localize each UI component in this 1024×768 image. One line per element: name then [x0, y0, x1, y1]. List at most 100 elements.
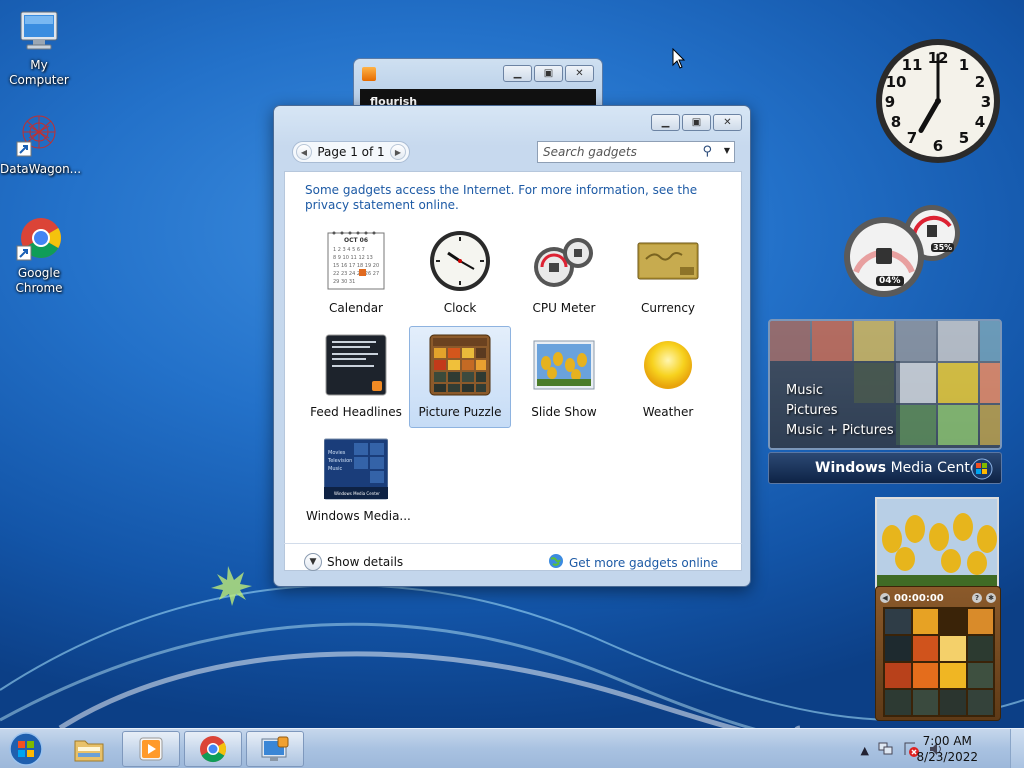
puzzle-tile[interactable]: [912, 609, 938, 634]
calendar-month-label: OCT 06: [343, 237, 369, 244]
puzzle-tile[interactable]: [912, 690, 938, 715]
weather-icon: [636, 333, 700, 397]
caption-buttons: ▁ ▣ ✕: [651, 114, 742, 131]
chevron-down-icon: ▼: [304, 553, 322, 571]
puzzle-empty-slot: [940, 609, 966, 634]
get-more-label: Get more gadgets online: [568, 555, 718, 570]
desktop: My Computer DataWagon... Google Chrome ▁…: [0, 0, 1024, 728]
rewind-icon[interactable]: ◀: [880, 593, 890, 603]
desktop-gadgets-icon: [261, 736, 289, 761]
desktop-media-center-gadget[interactable]: Music Pictures Music + Pictures Windows …: [768, 319, 1002, 485]
puzzle-tile[interactable]: [967, 636, 993, 661]
chevron-down-icon[interactable]: ▼: [724, 146, 730, 155]
show-desktop-button[interactable]: [1010, 729, 1024, 768]
network-icon[interactable]: [878, 741, 894, 760]
taskbar-clock[interactable]: 7:00 AM 8/23/2022: [916, 733, 978, 765]
gadget-label: Currency: [640, 301, 696, 315]
show-details-label: Show details: [327, 555, 404, 569]
calendar-icon: 1 2 3 4 5 6 7 8 9 10 11 12 13 15 16 17 18…: [324, 229, 388, 293]
close-button[interactable]: ✕: [713, 114, 742, 131]
privacy-notice-link[interactable]: Some gadgets access the Internet. For mo…: [305, 183, 715, 213]
puzzle-tile[interactable]: [885, 690, 911, 715]
desktop-icon-label: DataWagon...: [0, 162, 82, 176]
puzzle-tile[interactable]: [912, 636, 938, 661]
svg-text:29 30 31: 29 30 31: [333, 279, 355, 285]
gadget-slide-show[interactable]: Slide Show: [513, 326, 615, 428]
start-button[interactable]: [6, 730, 46, 768]
svg-text:3: 3: [981, 93, 991, 111]
minimize-button[interactable]: ▁: [503, 65, 532, 82]
desktop-icon-label: My Computer: [9, 58, 69, 87]
taskbar-media-player-button[interactable]: [122, 731, 180, 767]
wmc-thumb-line: Movies: [328, 450, 346, 456]
close-button[interactable]: ✕: [565, 65, 594, 82]
menu-item-pictures[interactable]: Pictures: [786, 401, 894, 421]
gadget-label: Picture Puzzle: [418, 405, 502, 419]
puzzle-tile[interactable]: [885, 663, 911, 688]
gadget-clock[interactable]: Clock: [409, 222, 511, 324]
media-player-icon: [362, 67, 376, 81]
menu-item-music[interactable]: Music: [786, 381, 894, 401]
desktop-icon-datawagon[interactable]: DataWagon...: [0, 112, 82, 177]
search-icon[interactable]: ⚲: [702, 144, 712, 159]
taskbar-chrome-button[interactable]: [184, 731, 242, 767]
next-page-button[interactable]: ▶: [390, 144, 406, 160]
gadget-currency[interactable]: Currency: [617, 222, 719, 324]
puzzle-tile[interactable]: [940, 663, 966, 688]
chrome-icon: [15, 216, 63, 264]
desktop-clock-gadget[interactable]: 12123 4567 891011: [874, 37, 1002, 165]
clock-icon: [428, 229, 492, 293]
shuffle-icon[interactable]: ✱: [986, 593, 996, 603]
svg-text:1 2 3 4 5 6 7: 1 2 3 4 5 6 7: [333, 247, 365, 253]
svg-text:11: 11: [902, 56, 923, 74]
desktop-picture-puzzle-gadget[interactable]: ◀ 00:00:00 ? ✱: [875, 586, 1001, 721]
media-center-title-bar[interactable]: Windows Media Center: [768, 452, 1002, 484]
menu-item-music-pictures[interactable]: Music + Pictures: [786, 421, 894, 441]
computer-icon: [15, 8, 63, 56]
puzzle-tile[interactable]: [967, 663, 993, 688]
gadget-windows-media-center[interactable]: Movies Television Music Windows Media Ce…: [305, 430, 411, 532]
restore-button[interactable]: ▣: [682, 114, 711, 131]
help-icon[interactable]: ?: [972, 593, 982, 603]
gadget-calendar[interactable]: 1 2 3 4 5 6 7 8 9 10 11 12 13 15 16 17 18…: [305, 222, 407, 324]
media-player-mini-window[interactable]: ▁ ▣ ✕ flourish: [353, 58, 603, 111]
restore-button[interactable]: ▣: [534, 65, 563, 82]
slide-show-photo: [877, 499, 997, 588]
media-center-menu: Music Pictures Music + Pictures: [786, 381, 894, 441]
taskbar-explorer-button[interactable]: [60, 731, 118, 767]
gadget-list-pane: Some gadgets access the Internet. For mo…: [284, 171, 742, 571]
desktop-icon-label: Google Chrome: [15, 266, 63, 295]
puzzle-tile[interactable]: [967, 609, 993, 634]
gadget-cpu-meter[interactable]: CPU Meter: [513, 222, 615, 324]
desktop-slide-show-gadget[interactable]: [875, 497, 999, 590]
puzzle-tile[interactable]: [912, 663, 938, 688]
gadget-label: Clock: [443, 301, 477, 315]
minimize-button[interactable]: ▁: [651, 114, 680, 131]
gadget-label: Slide Show: [531, 405, 597, 419]
get-more-gadgets-link[interactable]: Get more gadgets online: [548, 553, 718, 572]
puzzle-tile[interactable]: [967, 690, 993, 715]
currency-icon: [636, 229, 700, 293]
puzzle-tile[interactable]: [940, 636, 966, 661]
show-details-button[interactable]: ▼ Show details: [304, 553, 403, 571]
svg-text:9: 9: [885, 93, 895, 111]
globe-icon: [548, 553, 564, 572]
desktop-cpu-meter-gadget[interactable]: 04% 35%: [844, 200, 974, 300]
puzzle-tile[interactable]: [885, 636, 911, 661]
gadget-label: Windows Media...: [306, 509, 411, 523]
media-center-title-rest: Media Center: [886, 460, 985, 476]
gadget-weather[interactable]: Weather: [617, 326, 719, 428]
wmc-thumb-menu: Movies Television Music: [328, 449, 352, 473]
taskbar-gadgets-button[interactable]: [246, 731, 304, 767]
search-gadgets-input[interactable]: Search gadgets ⚲ ▼: [537, 141, 735, 163]
show-hidden-icons-icon[interactable]: ▲: [861, 744, 869, 757]
desktop-icon-google-chrome[interactable]: Google Chrome: [0, 216, 78, 296]
puzzle-tile[interactable]: [885, 609, 911, 634]
svg-text:2: 2: [975, 73, 985, 91]
gadget-feed-headlines[interactable]: Feed Headlines: [305, 326, 407, 428]
datawagon-network-icon: [15, 112, 63, 160]
desktop-icon-my-computer[interactable]: My Computer: [0, 8, 78, 88]
gadget-picture-puzzle[interactable]: Picture Puzzle: [409, 326, 511, 428]
previous-page-button[interactable]: ◀: [296, 144, 312, 160]
puzzle-tile[interactable]: [940, 690, 966, 715]
